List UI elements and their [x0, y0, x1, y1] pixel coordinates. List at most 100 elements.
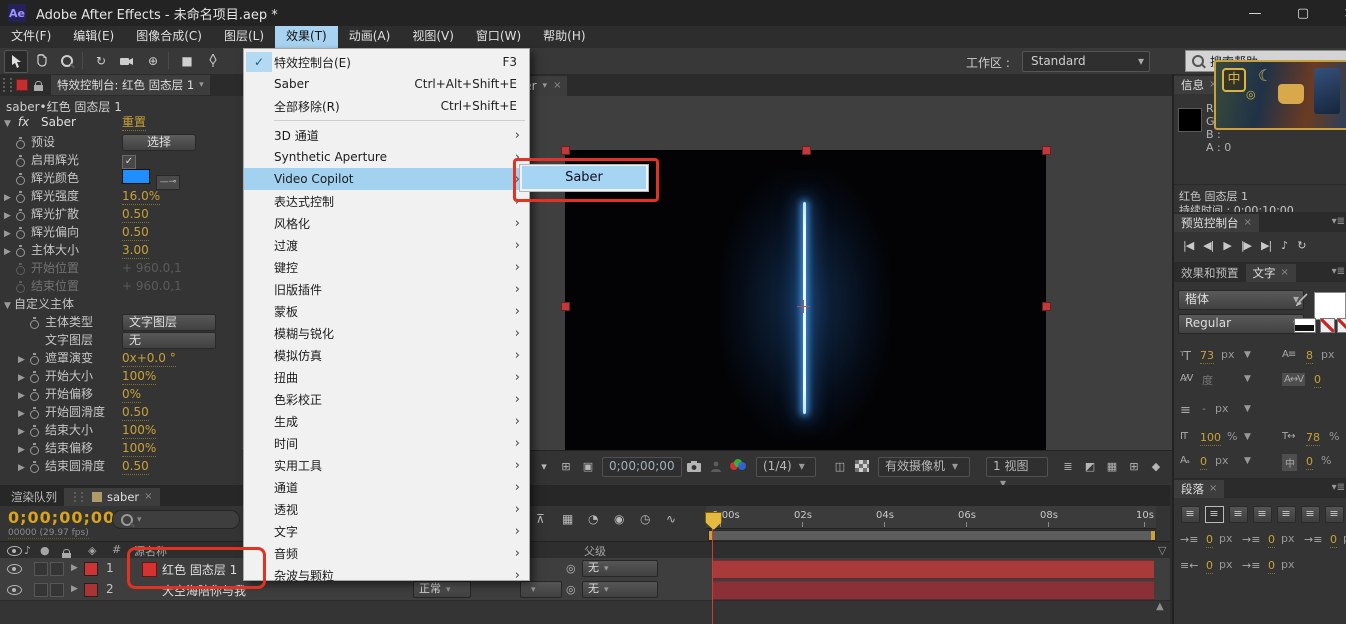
- menu-category-时间[interactable]: 时间›: [244, 432, 529, 454]
- horizontal-scale-value[interactable]: 78: [1306, 430, 1320, 446]
- tab-close-icon[interactable]: ×: [553, 76, 561, 96]
- menu-category-3D 通道[interactable]: 3D 通道›: [244, 124, 529, 146]
- parent-pickwhip-icon[interactable]: ◎: [566, 583, 576, 596]
- property-value[interactable]: 0.50: [122, 405, 149, 421]
- timeline-search-box[interactable]: ▾: [112, 510, 240, 529]
- menu-category-蒙板[interactable]: 蒙板›: [244, 300, 529, 322]
- preset-button[interactable]: 选择: [122, 134, 196, 151]
- eyedropper-icon[interactable]: [1296, 293, 1308, 309]
- baseline-shift-dropdown-icon[interactable]: ▼: [1244, 456, 1251, 466]
- align-button-5[interactable]: ≡: [1301, 506, 1320, 523]
- first-frame-icon[interactable]: |◀: [1183, 239, 1193, 252]
- video-switch[interactable]: [34, 583, 48, 597]
- auto-leading-dropdown-icon[interactable]: ▼: [1244, 404, 1251, 414]
- tab-preview[interactable]: 预览控制台×: [1174, 214, 1259, 232]
- camera-tool[interactable]: [116, 50, 138, 71]
- lock-icon[interactable]: [34, 85, 43, 91]
- selection-handle[interactable]: [561, 146, 570, 155]
- close-button[interactable]: ×: [1332, 0, 1346, 26]
- menu-category-风格化[interactable]: 风格化›: [244, 212, 529, 234]
- pixel-aspect-icon[interactable]: ≣: [1058, 457, 1078, 475]
- selection-handle[interactable]: [561, 302, 570, 311]
- panel-menu-icon[interactable]: ▾≣: [1332, 266, 1345, 277]
- maximize-button[interactable]: ▢: [1286, 0, 1320, 26]
- property-value[interactable]: 3.00: [122, 243, 149, 259]
- parent-pickwhip-icon[interactable]: ◎: [566, 562, 576, 575]
- selection-tool[interactable]: [4, 50, 28, 73]
- vertical-scale-value[interactable]: 100: [1200, 430, 1221, 446]
- snapshot-icon[interactable]: [684, 457, 704, 475]
- zoom-tool[interactable]: [56, 50, 78, 71]
- twirl-right-icon[interactable]: ▶: [71, 563, 78, 573]
- parent-column-label[interactable]: 父级: [584, 543, 606, 559]
- layer-color-chip[interactable]: [84, 583, 98, 597]
- selection-handle[interactable]: [1042, 146, 1051, 155]
- scroll-up-icon[interactable]: ▲: [1156, 601, 1164, 612]
- menu-item-Saber[interactable]: SaberCtrl+Alt+Shift+E: [244, 73, 529, 95]
- menu-category-色彩校正[interactable]: 色彩校正›: [244, 388, 529, 410]
- indent-right-value[interactable]: 0: [1330, 532, 1337, 548]
- stopwatch-icon[interactable]: [30, 407, 40, 418]
- guides-icon[interactable]: ⊞: [556, 457, 576, 475]
- tab-close-icon[interactable]: ×: [1244, 214, 1252, 232]
- work-area-bar[interactable]: [708, 530, 1156, 541]
- stopwatch-icon[interactable]: [30, 353, 40, 364]
- audio-icon[interactable]: ♪: [1281, 239, 1287, 252]
- effect-controls-tab[interactable]: 特效控制台: 红色 固态层 1 ▾: [51, 75, 210, 95]
- exposure-icon[interactable]: ◆: [1146, 457, 1166, 475]
- video-switch[interactable]: [34, 562, 48, 576]
- menu-category-模糊与锐化[interactable]: 模糊与锐化›: [244, 322, 529, 344]
- submenu-item-saber[interactable]: Saber: [522, 166, 646, 189]
- current-time-indicator-line[interactable]: [712, 528, 713, 624]
- menu-category-音频[interactable]: 音频›: [244, 542, 529, 564]
- viewer-timecode[interactable]: 0;00;00;00: [602, 457, 682, 477]
- show-snapshot-icon[interactable]: [706, 457, 726, 475]
- kerning-value[interactable]: 度: [1202, 372, 1213, 388]
- layer-color-chip[interactable]: [84, 562, 98, 576]
- menu-category-Video Copilot[interactable]: Video Copilot›: [244, 168, 529, 190]
- twirl-right-icon[interactable]: ▶: [18, 459, 28, 477]
- space-before-value[interactable]: 0: [1268, 558, 1275, 574]
- property-value[interactable]: 100%: [122, 423, 156, 439]
- layer-duration-bar[interactable]: [712, 581, 1154, 600]
- align-button-2[interactable]: ≡: [1229, 506, 1248, 523]
- current-timecode[interactable]: 0;00;00;00: [8, 508, 115, 527]
- stopwatch-icon[interactable]: [16, 191, 26, 202]
- stopwatch-icon[interactable]: [30, 389, 40, 400]
- align-button-1[interactable]: ≡: [1205, 506, 1224, 523]
- property-dropdown[interactable]: 无: [122, 332, 216, 349]
- tab-dropdown-icon[interactable]: ▾: [199, 75, 204, 95]
- graph-editor-icon[interactable]: ∿: [666, 512, 676, 526]
- gear-icon[interactable]: ◎: [1246, 88, 1256, 101]
- menu-category-Synthetic Aperture[interactable]: Synthetic Aperture›: [244, 146, 529, 168]
- eye-icon[interactable]: [7, 585, 22, 595]
- tsume-value[interactable]: 0: [1306, 454, 1313, 470]
- auto-keyframe-icon[interactable]: ◷: [640, 512, 650, 526]
- vertical-scale-dropdown-icon[interactable]: ▼: [1244, 432, 1251, 442]
- next-frame-icon[interactable]: |▶: [1241, 239, 1251, 252]
- hand-tool[interactable]: [30, 50, 52, 71]
- kerning-dropdown-icon[interactable]: ▼: [1244, 374, 1251, 384]
- stopwatch-icon[interactable]: [16, 227, 26, 238]
- panel-menu-icon[interactable]: ▾≣: [1332, 482, 1345, 493]
- stroke-color-swatch[interactable]: [1294, 318, 1316, 333]
- shape-tool[interactable]: ■: [176, 50, 198, 71]
- menu-动画(A)[interactable]: 动画(A): [338, 26, 402, 48]
- audio-switch[interactable]: [50, 583, 64, 597]
- selection-handle[interactable]: [802, 146, 811, 155]
- stopwatch-icon[interactable]: [16, 137, 26, 148]
- align-button-4[interactable]: ≡: [1277, 506, 1296, 523]
- pen-tool[interactable]: [202, 50, 224, 71]
- property-value[interactable]: 0.50: [122, 207, 149, 223]
- indent-right-end-value[interactable]: 0: [1206, 558, 1213, 574]
- menu-category-透视[interactable]: 透视›: [244, 498, 529, 520]
- stopwatch-icon[interactable]: [16, 155, 26, 166]
- tab-timeline-comp[interactable]: saber ×: [64, 488, 160, 506]
- fast-preview-icon[interactable]: ◩: [1080, 457, 1100, 475]
- skin-icon[interactable]: [1278, 84, 1304, 104]
- auto-leading-value[interactable]: -: [1202, 402, 1206, 415]
- audio-switch[interactable]: [50, 562, 64, 576]
- pan-behind-tool[interactable]: ⊕: [142, 50, 164, 71]
- menu-视图(V)[interactable]: 视图(V): [401, 26, 465, 48]
- effect-header-row[interactable]: ▼ fx Saber 重置: [0, 115, 242, 133]
